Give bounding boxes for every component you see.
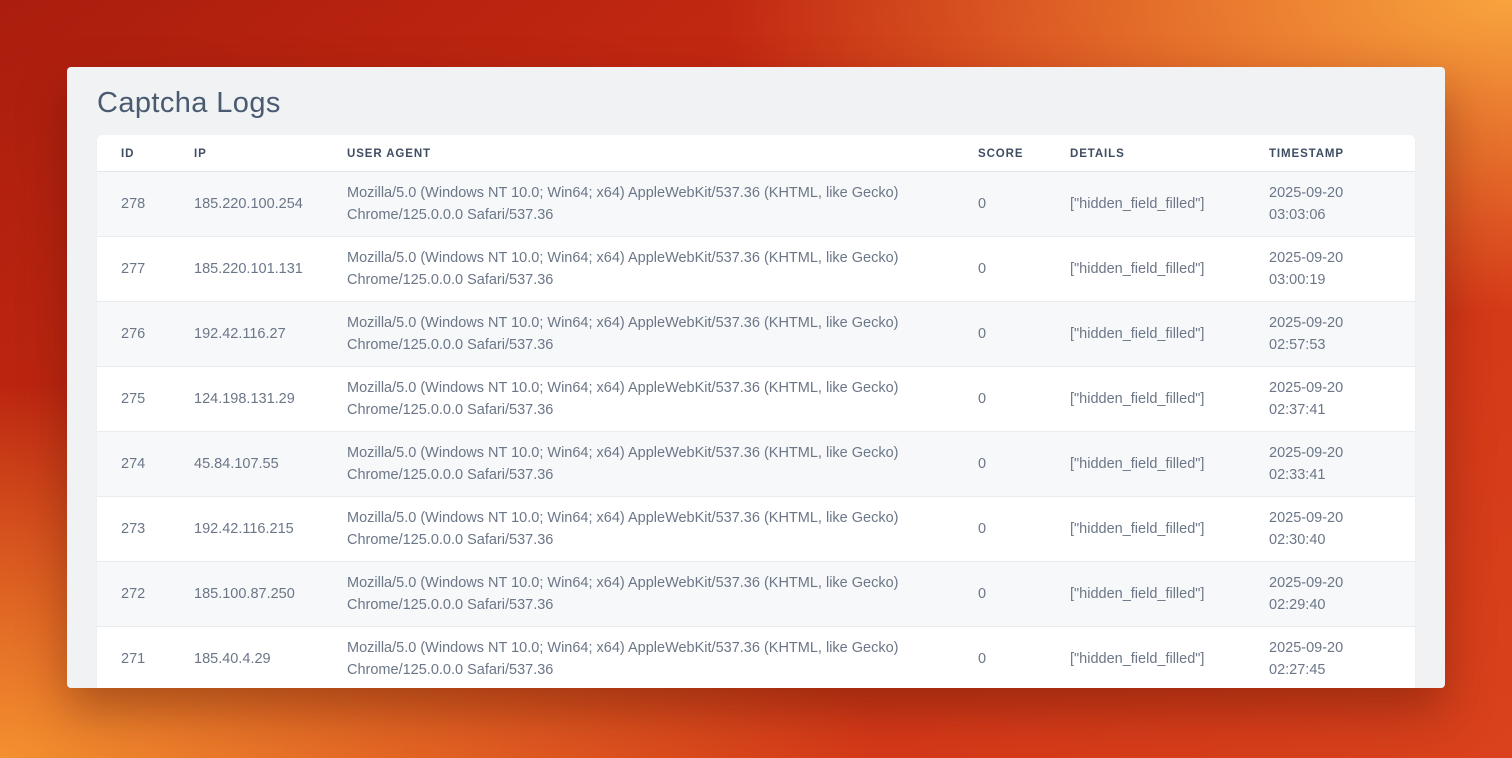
cell-timestamp: 2025-09-20 02:29:40 <box>1245 562 1415 627</box>
cell-score: 0 <box>954 172 1046 237</box>
cell-timestamp: 2025-09-20 02:27:45 <box>1245 627 1415 689</box>
column-header-timestamp: TIMESTAMP <box>1245 135 1415 172</box>
cell-timestamp: 2025-09-20 02:33:41 <box>1245 432 1415 497</box>
cell-user-agent: Mozilla/5.0 (Windows NT 10.0; Win64; x64… <box>323 237 954 302</box>
cell-user-agent: Mozilla/5.0 (Windows NT 10.0; Win64; x64… <box>323 367 954 432</box>
cell-details: ["hidden_field_filled"] <box>1046 432 1245 497</box>
cell-ip: 124.198.131.29 <box>170 367 323 432</box>
cell-details: ["hidden_field_filled"] <box>1046 627 1245 689</box>
cell-id: 275 <box>97 367 170 432</box>
cell-id: 272 <box>97 562 170 627</box>
cell-user-agent: Mozilla/5.0 (Windows NT 10.0; Win64; x64… <box>323 562 954 627</box>
table-row: 272 185.100.87.250 Mozilla/5.0 (Windows … <box>97 562 1415 627</box>
column-header-score: SCORE <box>954 135 1046 172</box>
table-row: 271 185.40.4.29 Mozilla/5.0 (Windows NT … <box>97 627 1415 689</box>
table-row: 276 192.42.116.27 Mozilla/5.0 (Windows N… <box>97 302 1415 367</box>
table-header-row: ID IP USER AGENT SCORE DETAILS TIMESTAMP <box>97 135 1415 172</box>
cell-user-agent: Mozilla/5.0 (Windows NT 10.0; Win64; x64… <box>323 627 954 689</box>
cell-timestamp: 2025-09-20 02:30:40 <box>1245 497 1415 562</box>
cell-id: 273 <box>97 497 170 562</box>
table-row: 278 185.220.100.254 Mozilla/5.0 (Windows… <box>97 172 1415 237</box>
cell-ip: 185.220.100.254 <box>170 172 323 237</box>
cell-id: 271 <box>97 627 170 689</box>
table-row: 274 45.84.107.55 Mozilla/5.0 (Windows NT… <box>97 432 1415 497</box>
cell-user-agent: Mozilla/5.0 (Windows NT 10.0; Win64; x64… <box>323 497 954 562</box>
cell-score: 0 <box>954 562 1046 627</box>
cell-details: ["hidden_field_filled"] <box>1046 367 1245 432</box>
table-row: 275 124.198.131.29 Mozilla/5.0 (Windows … <box>97 367 1415 432</box>
captcha-logs-card: Captcha Logs ID IP USER AGENT SCORE DETA… <box>67 67 1445 688</box>
cell-details: ["hidden_field_filled"] <box>1046 562 1245 627</box>
cell-ip: 192.42.116.27 <box>170 302 323 367</box>
cell-score: 0 <box>954 237 1046 302</box>
cell-id: 274 <box>97 432 170 497</box>
cell-score: 0 <box>954 302 1046 367</box>
table-row: 273 192.42.116.215 Mozilla/5.0 (Windows … <box>97 497 1415 562</box>
cell-score: 0 <box>954 497 1046 562</box>
cell-score: 0 <box>954 627 1046 689</box>
column-header-user-agent: USER AGENT <box>323 135 954 172</box>
cell-timestamp: 2025-09-20 03:03:06 <box>1245 172 1415 237</box>
cell-id: 276 <box>97 302 170 367</box>
cell-ip: 185.100.87.250 <box>170 562 323 627</box>
cell-ip: 185.220.101.131 <box>170 237 323 302</box>
table-body: 278 185.220.100.254 Mozilla/5.0 (Windows… <box>97 172 1415 689</box>
cell-ip: 45.84.107.55 <box>170 432 323 497</box>
cell-score: 0 <box>954 367 1046 432</box>
cell-details: ["hidden_field_filled"] <box>1046 497 1245 562</box>
page-title: Captcha Logs <box>67 67 1445 135</box>
cell-timestamp: 2025-09-20 02:57:53 <box>1245 302 1415 367</box>
cell-details: ["hidden_field_filled"] <box>1046 302 1245 367</box>
column-header-ip: IP <box>170 135 323 172</box>
cell-user-agent: Mozilla/5.0 (Windows NT 10.0; Win64; x64… <box>323 432 954 497</box>
cell-ip: 192.42.116.215 <box>170 497 323 562</box>
column-header-id: ID <box>97 135 170 172</box>
cell-timestamp: 2025-09-20 03:00:19 <box>1245 237 1415 302</box>
cell-timestamp: 2025-09-20 02:37:41 <box>1245 367 1415 432</box>
logs-table: ID IP USER AGENT SCORE DETAILS TIMESTAMP… <box>97 135 1415 688</box>
cell-details: ["hidden_field_filled"] <box>1046 237 1245 302</box>
logs-table-container: ID IP USER AGENT SCORE DETAILS TIMESTAMP… <box>97 135 1415 688</box>
cell-user-agent: Mozilla/5.0 (Windows NT 10.0; Win64; x64… <box>323 302 954 367</box>
cell-id: 278 <box>97 172 170 237</box>
cell-details: ["hidden_field_filled"] <box>1046 172 1245 237</box>
cell-id: 277 <box>97 237 170 302</box>
cell-user-agent: Mozilla/5.0 (Windows NT 10.0; Win64; x64… <box>323 172 954 237</box>
table-row: 277 185.220.101.131 Mozilla/5.0 (Windows… <box>97 237 1415 302</box>
cell-score: 0 <box>954 432 1046 497</box>
cell-ip: 185.40.4.29 <box>170 627 323 689</box>
column-header-details: DETAILS <box>1046 135 1245 172</box>
